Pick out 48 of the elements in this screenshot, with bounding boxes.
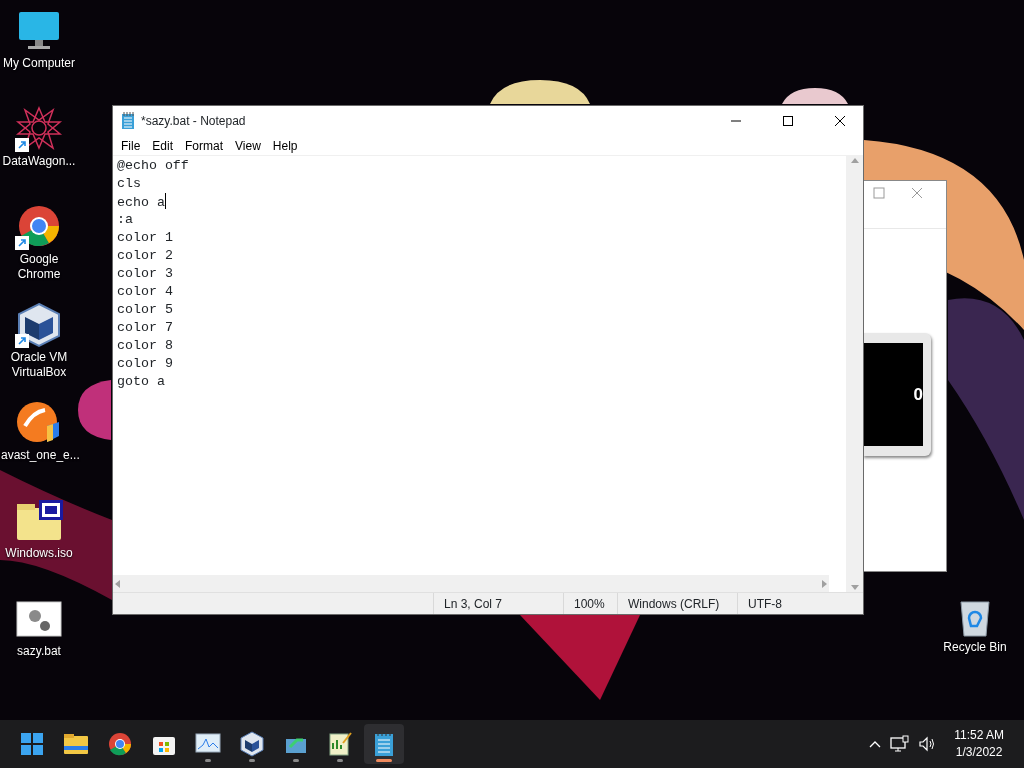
- close-icon[interactable]: [834, 115, 846, 127]
- cube-icon: [239, 731, 265, 757]
- code-line: color 5: [117, 302, 173, 317]
- code-line: goto a: [117, 374, 165, 389]
- code-line: color 1: [117, 230, 173, 245]
- desktop-shortcut[interactable]: Oracle VM VirtualBox: [0, 302, 78, 400]
- desktop-shortcut[interactable]: DataWagon...: [0, 106, 78, 204]
- code-line: color 4: [117, 284, 173, 299]
- abstract-shape: [78, 380, 111, 440]
- chevron-up-icon[interactable]: [868, 739, 883, 749]
- menu-item[interactable]: Edit: [146, 135, 180, 156]
- status-text: UTF-8: [737, 593, 847, 614]
- text-editor[interactable]: @echo off cls echo a :a color 1 color 2 color 3 color 4 color 5 color 7 color 8 color 9 goto a: [113, 156, 846, 575]
- desktop-shortcut[interactable]: sazy.bat: [0, 596, 78, 694]
- window-title: *sazy.bat - Notepad: [141, 113, 247, 130]
- status-text: Windows (CRLF): [617, 593, 737, 614]
- notes-icon: [327, 731, 353, 757]
- panel-text: 0: [913, 383, 923, 406]
- desktop-shortcut[interactable]: Recycle Bin: [936, 596, 1014, 655]
- network-icon[interactable]: [890, 735, 911, 753]
- menu-item[interactable]: Format: [179, 135, 230, 156]
- code-line: color 2: [117, 248, 173, 263]
- menu-item[interactable]: Help: [266, 135, 304, 156]
- code-line: echo a: [117, 195, 165, 210]
- code-line: @echo off: [117, 158, 189, 173]
- code-line: :a: [117, 212, 133, 227]
- speaker-icon[interactable]: [918, 736, 937, 752]
- abstract-shape: [782, 88, 848, 104]
- desktop-shortcut[interactable]: avast_one_e...: [0, 400, 78, 498]
- windows-logo-icon: [19, 731, 45, 757]
- code-line: color 9: [117, 356, 173, 371]
- maximize-icon[interactable]: [782, 115, 794, 127]
- menu-item[interactable]: View: [229, 135, 267, 156]
- desktop-shortcut[interactable]: My Computer: [0, 8, 78, 106]
- status-text: Ln 3, Col 7: [433, 593, 563, 614]
- desktop-shortcut[interactable]: Google Chrome: [0, 204, 78, 302]
- code-line: cls: [117, 176, 141, 191]
- code-line: color 7: [117, 320, 173, 335]
- menu-item[interactable]: File: [115, 135, 147, 156]
- code-line: color 3: [117, 266, 173, 281]
- folder-icon: [63, 731, 89, 757]
- notepad-icon: [121, 112, 135, 130]
- taskbar-button[interactable]: [364, 724, 404, 764]
- status-text: 100%: [563, 593, 617, 614]
- desktop-shortcut[interactable]: Windows.iso: [0, 498, 78, 596]
- code-line: color 8: [117, 338, 173, 353]
- clock[interactable]: 11:52 AM 1/3/2022: [944, 727, 1004, 761]
- chrome-icon: [107, 731, 133, 757]
